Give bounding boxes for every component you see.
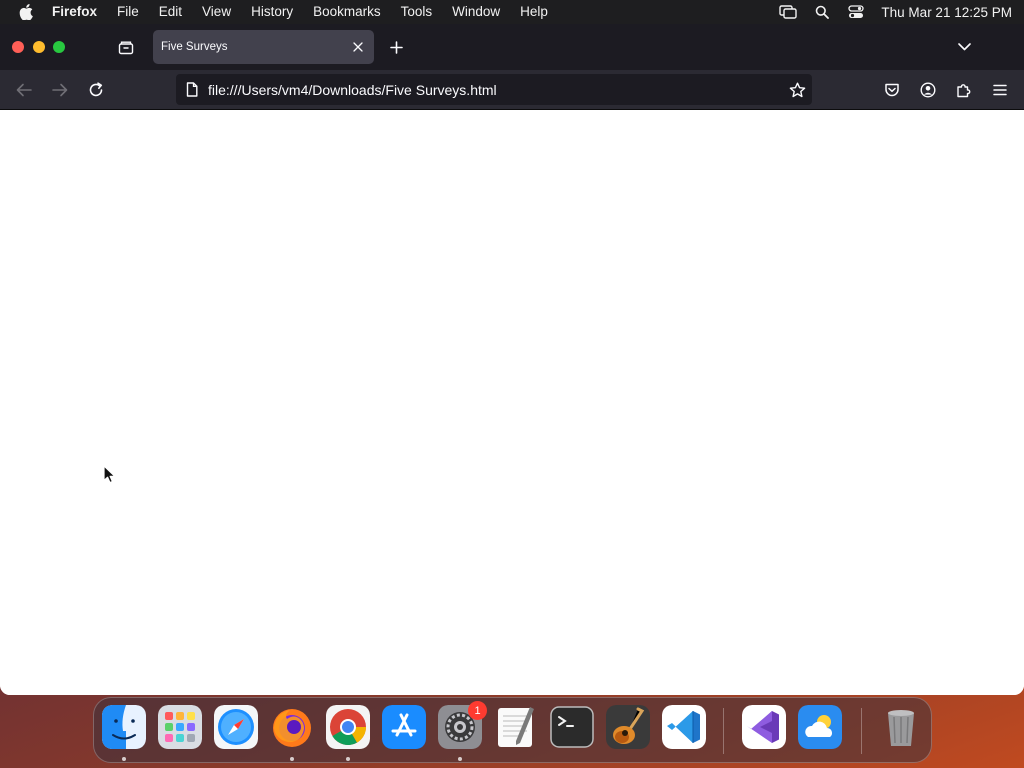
trash-icon[interactable] — [879, 705, 923, 749]
running-indicator — [290, 757, 294, 761]
menu-file[interactable]: File — [107, 0, 149, 24]
garageband-icon[interactable] — [606, 705, 650, 749]
vscode-icon[interactable] — [662, 705, 706, 749]
new-tab-button[interactable] — [384, 35, 408, 59]
menu-help[interactable]: Help — [510, 0, 558, 24]
page-icon[interactable] — [176, 82, 208, 97]
mouse-cursor-icon — [103, 465, 116, 489]
url-bar[interactable]: file:///Users/vm4/Downloads/Five Surveys… — [176, 74, 812, 105]
pocket-button[interactable] — [879, 77, 905, 103]
window-close-button[interactable] — [12, 41, 24, 53]
reload-icon — [89, 82, 103, 97]
window-minimize-button[interactable] — [33, 41, 45, 53]
account-button[interactable] — [915, 77, 941, 103]
menu-clock[interactable]: Thu Mar 21 12:25 PM — [873, 5, 1024, 20]
plus-icon — [389, 40, 403, 54]
back-button[interactable] — [11, 77, 37, 103]
puzzle-piece-icon — [957, 84, 971, 98]
chrome-icon[interactable] — [326, 705, 370, 749]
control-center-icon[interactable] — [839, 5, 873, 19]
navigation-toolbar: file:///Users/vm4/Downloads/Five Surveys… — [0, 70, 1024, 110]
dock-separator — [723, 708, 724, 754]
running-indicator — [346, 757, 350, 761]
running-indicator — [122, 757, 126, 761]
url-text[interactable]: file:///Users/vm4/Downloads/Five Surveys… — [208, 82, 782, 98]
arrow-left-icon — [16, 83, 32, 97]
hamburger-menu-icon — [993, 84, 1007, 96]
chevron-down-icon — [957, 43, 971, 51]
firefox-view-button[interactable] — [114, 36, 138, 60]
list-all-tabs-button[interactable] — [952, 35, 976, 59]
window-maximize-button[interactable] — [53, 41, 65, 53]
bookmark-star-icon[interactable] — [782, 82, 812, 98]
menu-bookmarks[interactable]: Bookmarks — [303, 0, 391, 24]
terminal-icon[interactable] — [550, 705, 594, 749]
forward-button[interactable] — [47, 77, 73, 103]
spotlight-search-icon[interactable] — [805, 5, 839, 19]
tab-title: Five Surveys — [161, 41, 228, 53]
page-content[interactable] — [0, 110, 1024, 695]
weather-icon[interactable] — [798, 705, 842, 749]
app-store-icon[interactable] — [382, 705, 426, 749]
notification-badge: 1 — [468, 701, 487, 720]
tab-five-surveys[interactable]: Five Surveys — [153, 30, 374, 64]
browser-window: Five Surveys file:///Users/vm4/Downloads… — [0, 24, 1024, 695]
menu-edit[interactable]: Edit — [149, 0, 192, 24]
menu-view[interactable]: View — [192, 0, 241, 24]
arrow-right-icon — [52, 83, 68, 97]
firefox-view-icon — [118, 41, 134, 55]
safari-icon[interactable] — [214, 705, 258, 749]
tab-bar: Five Surveys — [0, 24, 1024, 70]
firefox-icon[interactable] — [270, 705, 314, 749]
pocket-icon — [885, 83, 899, 96]
launchpad-icon[interactable] — [158, 705, 202, 749]
menu-tools[interactable]: Tools — [391, 0, 443, 24]
menu-window[interactable]: Window — [442, 0, 510, 24]
dock-separator — [861, 708, 862, 754]
textedit-icon[interactable] — [494, 705, 538, 749]
dock — [93, 697, 932, 763]
menu-app-name[interactable]: Firefox — [52, 0, 107, 24]
apple-menu-icon[interactable] — [0, 4, 52, 20]
close-icon — [353, 42, 363, 52]
menu-bar: Firefox File Edit View History Bookmarks… — [0, 0, 1024, 24]
reload-button[interactable] — [83, 77, 109, 103]
finder-icon[interactable] — [102, 705, 146, 749]
menu-history[interactable]: History — [241, 0, 303, 24]
screen-mirroring-icon[interactable] — [771, 5, 805, 19]
visual-studio-icon[interactable] — [742, 705, 786, 749]
extensions-button[interactable] — [951, 77, 977, 103]
account-icon — [920, 82, 936, 98]
running-indicator — [458, 757, 462, 761]
app-menu-button[interactable] — [987, 77, 1013, 103]
tab-close-button[interactable] — [346, 35, 370, 59]
